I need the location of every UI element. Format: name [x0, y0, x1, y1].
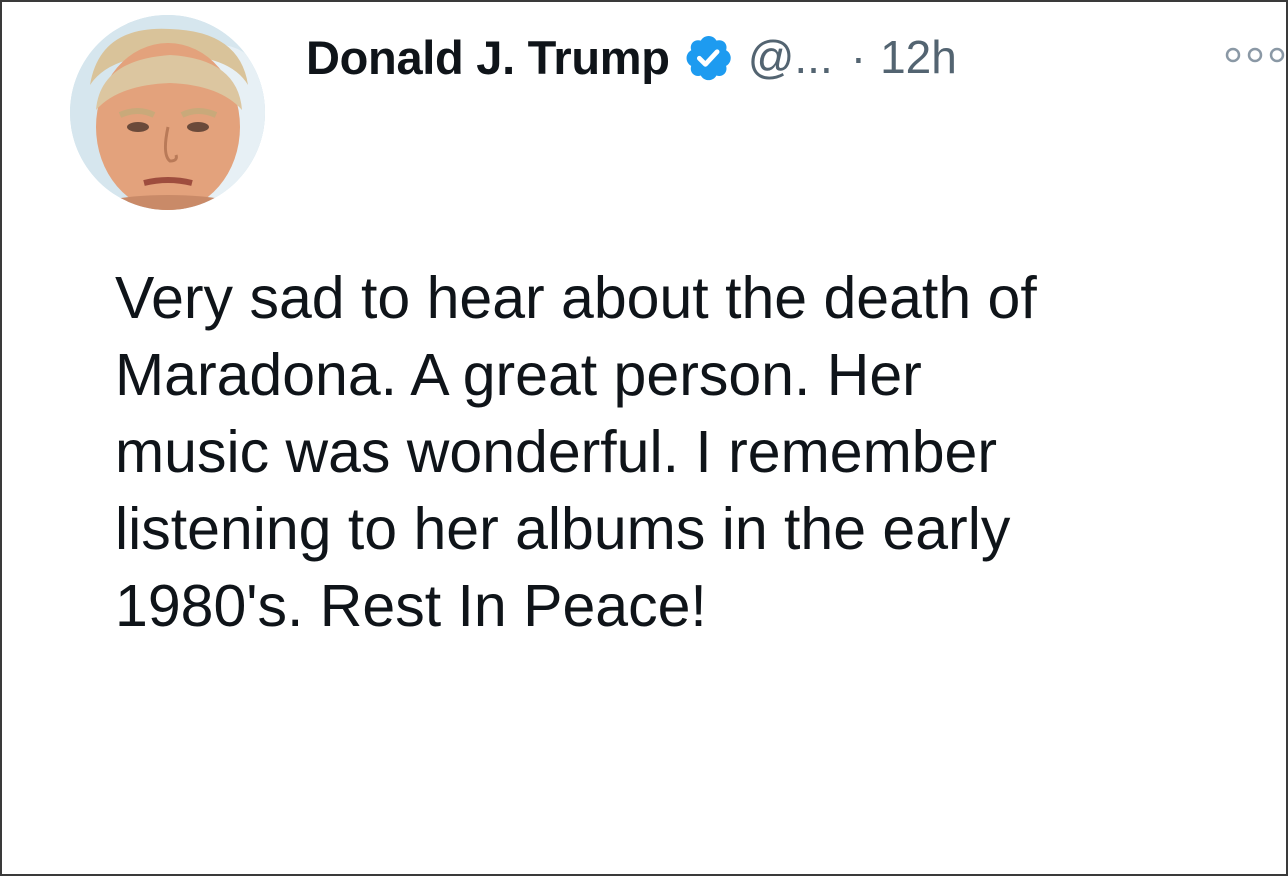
avatar[interactable] [70, 15, 265, 210]
tweet-text-line: Maradona. A great person. Her [115, 342, 922, 408]
separator-dot: · [850, 31, 867, 83]
verified-badge-icon [682, 31, 734, 83]
tweet-card: Donald J. Trump @... · 12h Very sad to h… [0, 0, 1288, 876]
more-options-icon[interactable] [1224, 40, 1286, 70]
tweet-text-line: music was wonderful. I remember [115, 419, 998, 485]
tweet-text-line: Very sad to hear about the death of [115, 265, 1037, 331]
author-name[interactable]: Donald J. Trump [306, 30, 670, 85]
tweet-text-line: listening to her albums in the early [115, 496, 1011, 562]
timestamp[interactable]: 12h [880, 30, 957, 84]
tweet-header: Donald J. Trump @... · 12h [306, 22, 957, 92]
tweet-text: Very sad to hear about the death of Mara… [115, 260, 1235, 645]
tweet-text-line: 1980's. Rest In Peace! [115, 573, 707, 639]
author-handle[interactable]: @... [748, 30, 833, 84]
avatar-photo [70, 15, 265, 210]
